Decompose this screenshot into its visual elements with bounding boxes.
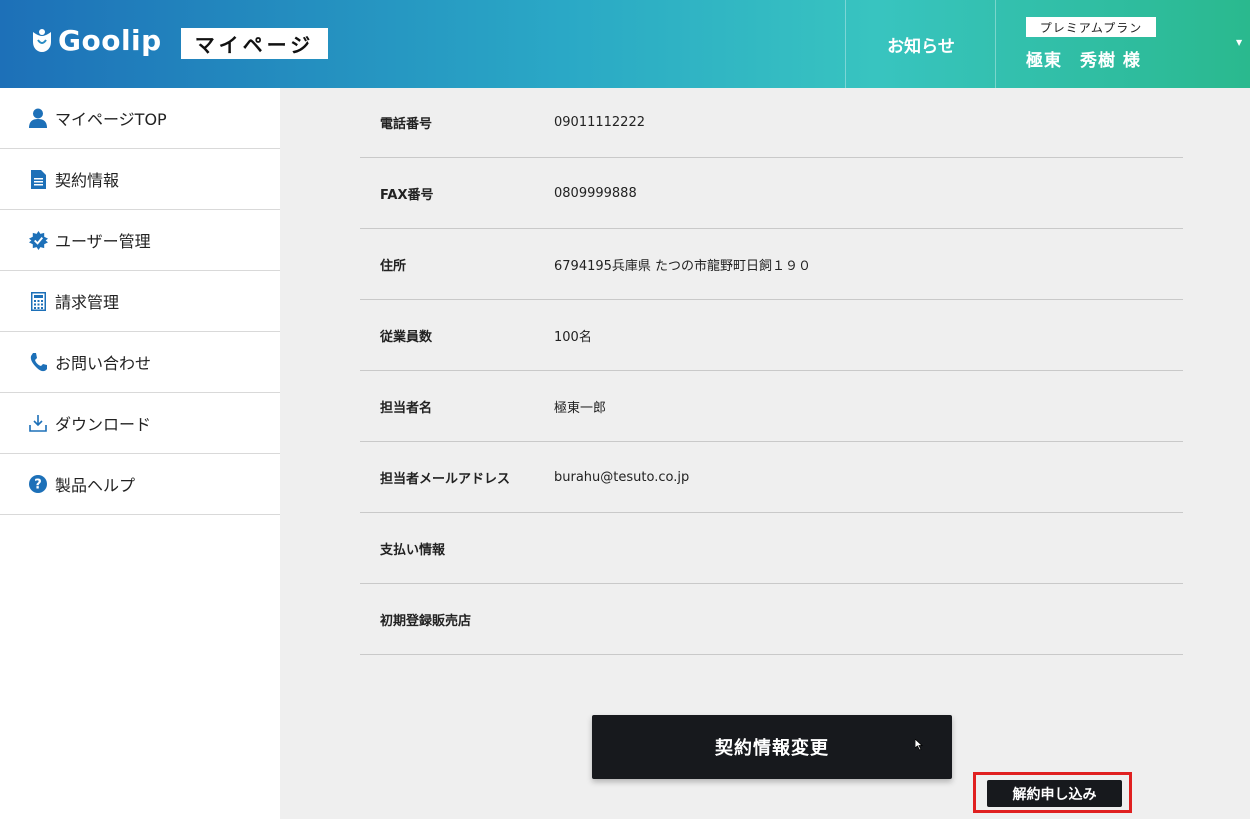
row-label: 担当者メールアドレス [380, 471, 511, 487]
row-label: 支払い情報 [380, 542, 446, 558]
row-value: 極東一郎 [554, 400, 607, 416]
row-label: 従業員数 [380, 329, 433, 345]
mouse-cursor-icon [915, 739, 923, 751]
sidebar-item-contact[interactable]: お問い合わせ [0, 332, 280, 393]
row-value: 6794195兵庫県 たつの市龍野町日飼１９０ [554, 258, 812, 274]
logo-text: Goolip [58, 24, 162, 57]
sidebar-item-label: ユーザー管理 [55, 232, 151, 251]
table-row: 電話番号 09011112222 [360, 88, 1183, 158]
document-icon [28, 169, 48, 189]
contract-info-table: 電話番号 09011112222 FAX番号 0809999888 住所 679… [360, 88, 1183, 655]
row-value: 100名 [554, 329, 592, 345]
table-row: 住所 6794195兵庫県 たつの市龍野町日飼１９０ [360, 229, 1183, 300]
notice-link[interactable]: お知らせ [846, 0, 996, 88]
sidebar-item-label: ダウンロード [55, 415, 152, 434]
sidebar-item-label: お問い合わせ [55, 354, 152, 373]
row-label: 担当者名 [380, 400, 433, 416]
sidebar-item-mypage-top[interactable]: マイページTOP [0, 88, 280, 149]
help-icon: ? [28, 474, 48, 494]
change-contract-button[interactable]: 契約情報変更 [592, 715, 952, 779]
svg-text:?: ? [34, 478, 42, 493]
main-content: 電話番号 09011112222 FAX番号 0809999888 住所 679… [280, 88, 1250, 819]
sidebar-item-label: マイページTOP [55, 110, 167, 129]
plan-badge: プレミアムプラン [1026, 17, 1156, 37]
sidebar-item-user-management[interactable]: ユーザー管理 [0, 210, 280, 271]
sidebar-item-label: 製品ヘルプ [55, 476, 136, 495]
user-icon [28, 108, 48, 128]
sidebar-item-download[interactable]: ダウンロード [0, 393, 280, 454]
table-row: 従業員数 100名 [360, 300, 1183, 371]
row-value: 09011112222 [554, 115, 645, 130]
table-row: 担当者メールアドレス burahu@tesuto.co.jp [360, 442, 1183, 513]
mypage-badge: マイページ [181, 28, 328, 59]
user-name[interactable]: 極東 秀樹 様 [1026, 46, 1141, 71]
row-label: 住所 [380, 258, 407, 274]
phone-icon [28, 352, 48, 372]
app-header: Goolip マイページ お知らせ プレミアムプラン 極東 秀樹 様 ▼ [0, 0, 1250, 88]
sidebar-item-contract[interactable]: 契約情報 [0, 149, 280, 210]
table-row: 初期登録販売店 [360, 584, 1183, 655]
row-label: FAX番号 [380, 187, 434, 203]
sidebar-item-billing[interactable]: 請求管理 [0, 271, 280, 332]
chevron-down-icon[interactable]: ▼ [1236, 38, 1242, 47]
row-value: burahu@tesuto.co.jp [554, 469, 690, 485]
header-divider [995, 0, 996, 88]
row-label: 初期登録販売店 [380, 613, 472, 629]
download-icon [28, 413, 48, 433]
row-value: 0809999888 [554, 185, 637, 201]
sidebar-item-product-help[interactable]: ? 製品ヘルプ [0, 454, 280, 515]
goolip-logo[interactable]: Goolip [30, 24, 162, 57]
sidebar-item-label: 請求管理 [55, 293, 120, 312]
table-row: 担当者名 極東一郎 [360, 371, 1183, 442]
calculator-icon [28, 291, 48, 311]
sidebar-item-label: 契約情報 [55, 171, 120, 190]
table-row: FAX番号 0809999888 [360, 158, 1183, 229]
table-row: 支払い情報 [360, 513, 1183, 584]
row-label: 電話番号 [380, 117, 433, 132]
gear-icon [28, 230, 48, 250]
logo-icon [33, 28, 51, 52]
cancel-contract-button[interactable]: 解約申し込み [987, 780, 1122, 807]
sidebar: マイページTOP 契約情報 ユーザー管理 請求管理 お問い合わせ ダウンロード … [0, 88, 280, 819]
